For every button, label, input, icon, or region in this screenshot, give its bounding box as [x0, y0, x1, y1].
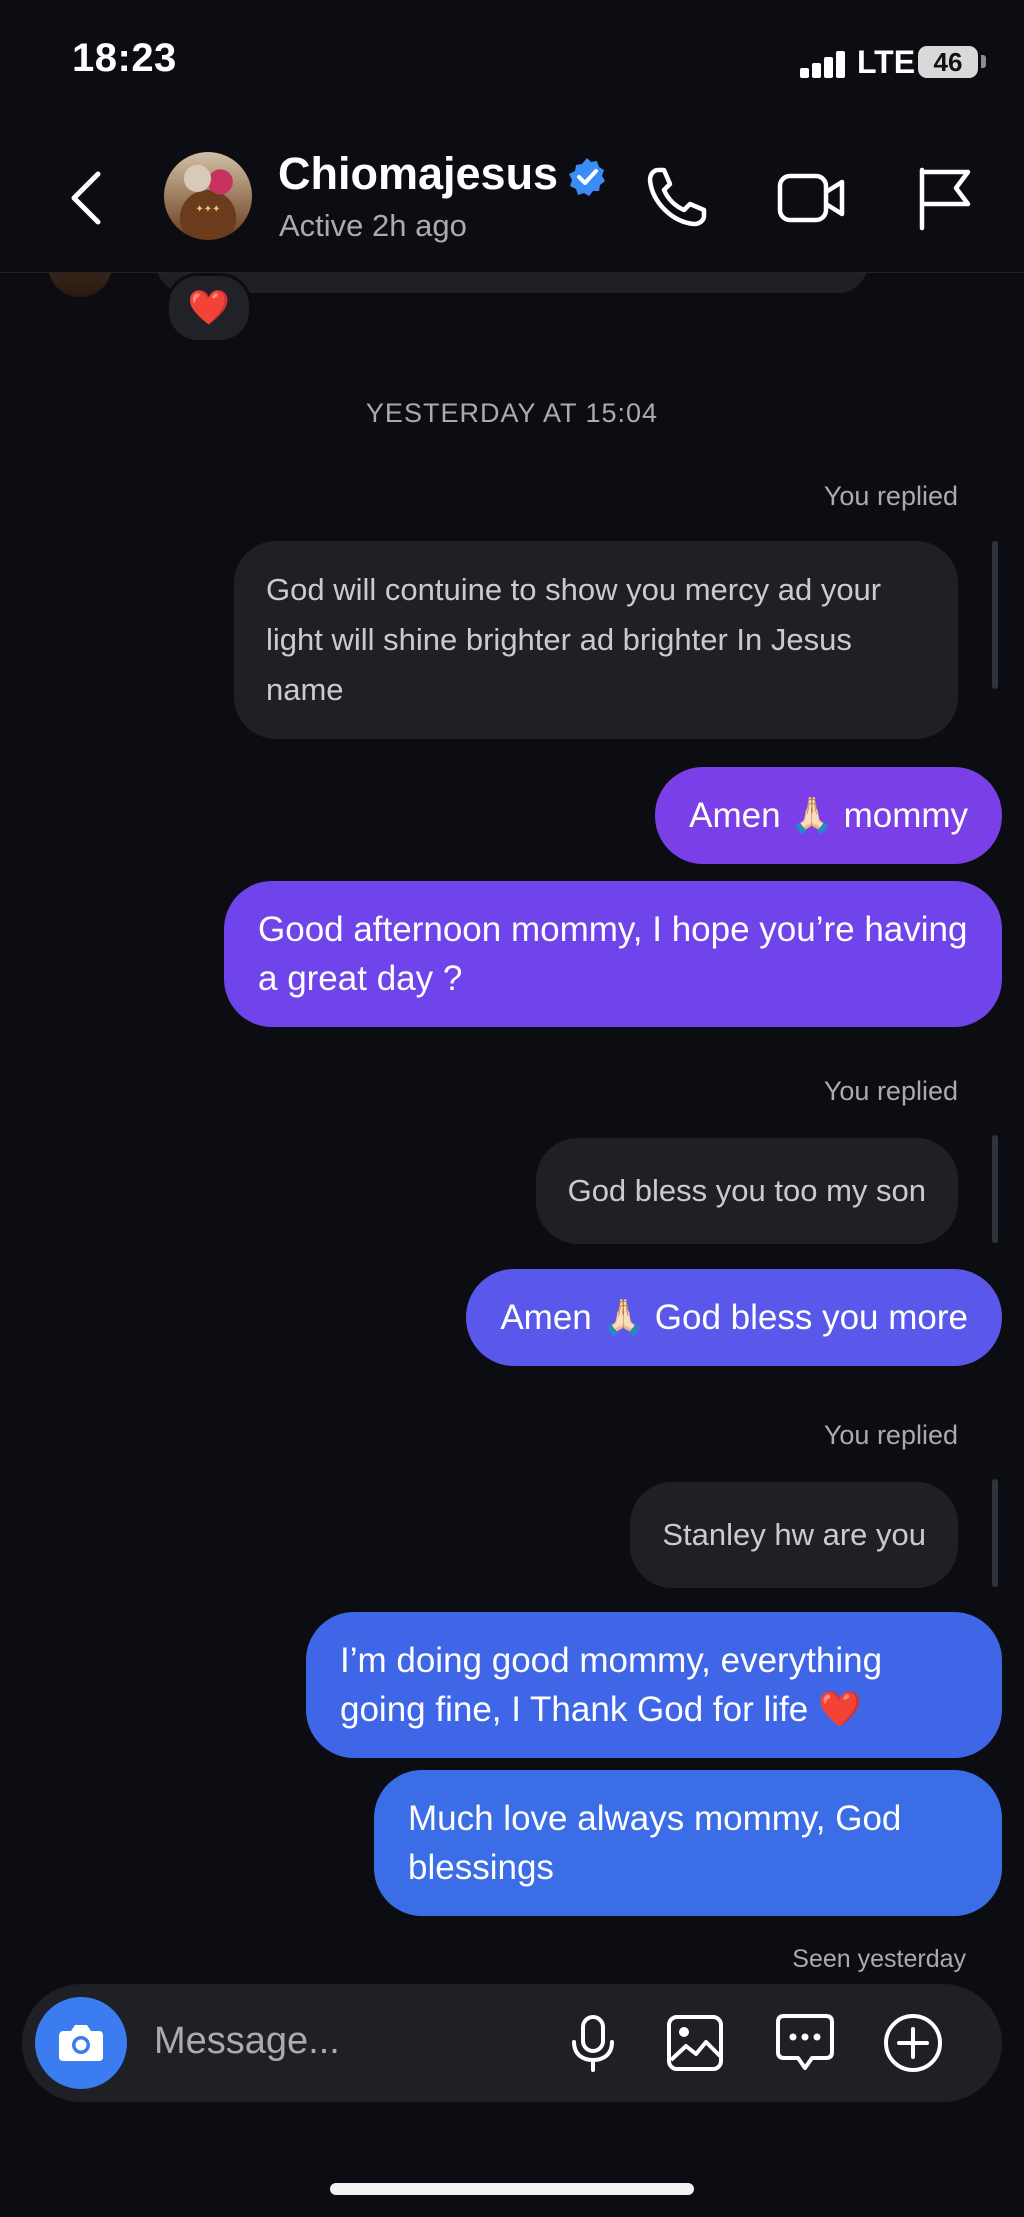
status-time: 18:23	[72, 36, 177, 80]
sent-message[interactable]: Amen 🙏🏻 God bless you more	[466, 1269, 1002, 1366]
reply-label: You replied	[823, 1420, 958, 1450]
battery-level: 46	[933, 47, 963, 77]
camera-icon	[59, 2025, 103, 2061]
battery-icon: 46	[918, 46, 978, 78]
avatar-logo: ✦✦✦	[195, 204, 221, 215]
add-icon[interactable]	[882, 2012, 944, 2074]
verified-badge-icon	[566, 156, 608, 198]
camera-button[interactable]	[35, 1997, 127, 2089]
avatar	[48, 273, 112, 297]
reply-label: You replied	[823, 1076, 958, 1106]
sent-message[interactable]: I’m doing good mommy, everything going f…	[306, 1612, 1002, 1758]
reply-indicator-bar	[992, 1135, 998, 1243]
back-icon[interactable]	[62, 168, 112, 228]
message-composer: Message...	[22, 1984, 1002, 2102]
chat-header: ✦✦✦ Chiomajesus Active 2h ago	[0, 120, 1024, 273]
network-type: LTE	[857, 44, 916, 80]
sent-message[interactable]: Amen 🙏🏻 mommy	[655, 767, 1002, 864]
reply-indicator-bar	[992, 1479, 998, 1587]
active-status: Active 2h ago	[279, 208, 467, 243]
message-timestamp: YESTERDAY AT 15:04	[365, 398, 659, 428]
gallery-icon[interactable]	[664, 2012, 726, 2074]
message-input[interactable]: Message...	[154, 2020, 340, 2063]
sent-message[interactable]: Good afternoon mommy, I hope you’re havi…	[224, 881, 1002, 1027]
replied-message[interactable]: God bless you too my son	[535, 1138, 958, 1244]
sticker-icon[interactable]	[774, 2012, 836, 2074]
reply-label: You replied	[823, 481, 958, 511]
previous-message-bubble[interactable]	[156, 273, 868, 293]
seen-status: Seen yesterday	[792, 1945, 966, 1973]
sent-message[interactable]: Much love always mommy, God blessings	[374, 1770, 1002, 1916]
replied-message[interactable]: God will contuine to show you mercy ad y…	[234, 541, 958, 739]
microphone-icon[interactable]	[562, 2012, 624, 2074]
video-camera-icon[interactable]	[776, 162, 846, 232]
battery-tip	[981, 55, 986, 68]
phone-icon[interactable]	[642, 162, 712, 232]
message-list[interactable]: ❤️ YESTERDAY AT 15:04 You replied God wi…	[0, 273, 1024, 1983]
status-bar: 18:23 LTE 46	[0, 0, 1024, 120]
reply-indicator-bar	[992, 541, 998, 689]
signal-icon	[800, 50, 848, 78]
home-indicator[interactable]	[330, 2183, 694, 2195]
replied-message[interactable]: Stanley hw are you	[630, 1482, 958, 1588]
heart-reaction[interactable]: ❤️	[166, 273, 252, 343]
contact-name[interactable]: Chiomajesus	[278, 148, 558, 200]
avatar[interactable]: ✦✦✦	[164, 152, 252, 240]
flag-icon[interactable]	[910, 162, 980, 232]
